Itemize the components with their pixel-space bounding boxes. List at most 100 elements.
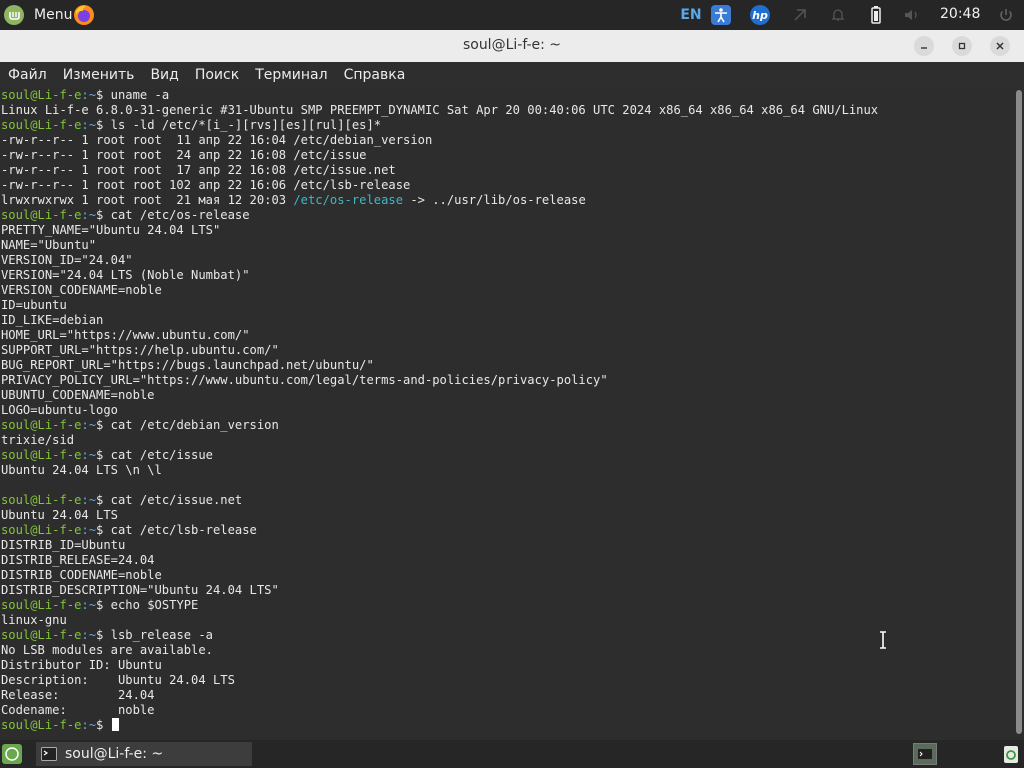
- terminal-area[interactable]: soul@Li-f-e:~$ uname -a Linux Li-f-e 6.8.…: [0, 88, 1014, 740]
- command-text: uname -a: [110, 88, 170, 102]
- prompt-path: :~: [81, 628, 97, 642]
- terminal-scrollbar[interactable]: [1014, 88, 1024, 740]
- prompt-path: :~: [81, 418, 97, 432]
- output-text: Ubuntu 24.04 LTS \n \l: [1, 463, 162, 477]
- output-text: DISTRIB_CODENAME=noble: [1, 568, 162, 582]
- top-panel: Menu EN hp 20:48: [0, 0, 1024, 30]
- firefox-icon[interactable]: [72, 3, 96, 27]
- output-text: ID=ubuntu: [1, 298, 67, 312]
- prompt-user: soul@Li-f-e: [1, 523, 82, 537]
- prompt-symbol: $: [96, 628, 111, 642]
- close-button[interactable]: [990, 36, 1010, 56]
- prompt-path: :~: [81, 448, 97, 462]
- workspace-switcher[interactable]: [913, 743, 937, 765]
- power-icon[interactable]: [996, 4, 1016, 26]
- terminal-output-line: BUG_REPORT_URL="https://bugs.launchpad.n…: [1, 358, 1014, 373]
- hp-icon[interactable]: hp: [748, 4, 772, 26]
- terminal-output-line: [1, 478, 1014, 493]
- menu-terminal[interactable]: Терминал: [247, 67, 335, 83]
- output-text: -rw-r--r-- 1 root root 102 апр 22 16:06 …: [1, 178, 411, 192]
- output-text: DISTRIB_RELEASE=24.04: [1, 553, 155, 567]
- terminal-output-line: UBUNTU_CODENAME=noble: [1, 388, 1014, 403]
- battery-icon[interactable]: [866, 4, 886, 26]
- prompt-symbol: $: [96, 418, 111, 432]
- symlink-target: -> ../usr/lib/os-release: [403, 193, 586, 207]
- terminal-command-line: soul@Li-f-e:~$: [1, 718, 1014, 733]
- keyboard-language-indicator[interactable]: EN: [680, 4, 702, 26]
- terminal-output-line: Linux Li-f-e 6.8.0-31-generic #31-Ubuntu…: [1, 103, 1014, 118]
- output-text: BUG_REPORT_URL="https://bugs.launchpad.n…: [1, 358, 374, 372]
- output-text: trixie/sid: [1, 433, 75, 447]
- maximize-button[interactable]: [952, 36, 972, 56]
- notifications-icon[interactable]: [828, 4, 848, 26]
- output-text: Release: 24.04: [1, 688, 155, 702]
- terminal-output-line: trixie/sid: [1, 433, 1014, 448]
- output-text: PRIVACY_POLICY_URL="https://www.ubuntu.c…: [1, 373, 608, 387]
- prompt-path: :~: [81, 493, 97, 507]
- output-text: -rw-r--r-- 1 root root 11 апр 22 16:04 /…: [1, 133, 433, 147]
- accessibility-icon[interactable]: [710, 4, 732, 26]
- output-text: UBUNTU_CODENAME=noble: [1, 388, 155, 402]
- terminal-output-line: Description: Ubuntu 24.04 LTS: [1, 673, 1014, 688]
- network-icon[interactable]: [790, 4, 810, 26]
- command-text: cat /etc/lsb-release: [110, 523, 257, 537]
- menu-help[interactable]: Справка: [336, 67, 414, 83]
- window-title-bar[interactable]: soul@Li-f-e: ~: [0, 30, 1024, 63]
- output-text: DISTRIB_DESCRIPTION="Ubuntu 24.04 LTS": [1, 583, 279, 597]
- terminal-command-line: soul@Li-f-e:~$ ls -ld /etc/*[i_-][rvs][e…: [1, 118, 1014, 133]
- terminal-command-line: soul@Li-f-e:~$ cat /etc/lsb-release: [1, 523, 1014, 538]
- command-text: echo $OSTYPE: [110, 598, 199, 612]
- terminal-command-line: soul@Li-f-e:~$ cat /etc/issue.net: [1, 493, 1014, 508]
- terminal-output-line: linux-gnu: [1, 613, 1014, 628]
- prompt-path: :~: [81, 718, 97, 732]
- prompt-symbol: $: [96, 598, 111, 612]
- taskbar-window-terminal[interactable]: soul@Li-f-e: ~: [36, 742, 252, 766]
- volume-icon[interactable]: [902, 4, 922, 26]
- menu-file[interactable]: Файл: [0, 67, 55, 83]
- menu-view[interactable]: Вид: [142, 67, 186, 83]
- menu-button[interactable]: Menu: [4, 2, 72, 28]
- menu-search[interactable]: Поиск: [187, 67, 247, 83]
- prompt-path: :~: [81, 598, 97, 612]
- prompt-symbol: $: [96, 118, 111, 132]
- text-cursor-icon: [878, 631, 888, 649]
- show-desktop-button[interactable]: [2, 744, 22, 764]
- svg-text:hp: hp: [752, 9, 768, 22]
- output-text: Distributor ID: Ubuntu: [1, 658, 162, 672]
- terminal-output[interactable]: soul@Li-f-e:~$ uname -a Linux Li-f-e 6.8.…: [0, 88, 1014, 733]
- output-text: LOGO=ubuntu-logo: [1, 403, 118, 417]
- prompt-user: soul@Li-f-e: [1, 208, 82, 222]
- terminal-output-line: VERSION="24.04 LTS (Noble Numbat)": [1, 268, 1014, 283]
- minimize-button[interactable]: [914, 36, 934, 56]
- prompt-path: :~: [81, 208, 97, 222]
- terminal-command-line: soul@Li-f-e:~$ cat /etc/debian_version: [1, 418, 1014, 433]
- trash-icon[interactable]: [1002, 744, 1020, 764]
- terminal-command-line: soul@Li-f-e:~$ uname -a: [1, 88, 1014, 103]
- prompt-symbol: $: [96, 88, 111, 102]
- output-text: VERSION="24.04 LTS (Noble Numbat)": [1, 268, 250, 282]
- terminal-output-line: PRIVACY_POLICY_URL="https://www.ubuntu.c…: [1, 373, 1014, 388]
- output-text: lrwxrwxrwx 1 root root 21 мая 12 20:03: [1, 193, 294, 207]
- terminal-output-line: Codename: noble: [1, 703, 1014, 718]
- prompt-symbol: $: [96, 718, 111, 732]
- prompt-user: soul@Li-f-e: [1, 493, 82, 507]
- close-icon: [996, 42, 1004, 50]
- output-text: SUPPORT_URL="https://help.ubuntu.com/": [1, 343, 279, 357]
- prompt-user: soul@Li-f-e: [1, 598, 82, 612]
- command-text: lsb_release -a: [110, 628, 213, 642]
- maximize-icon: [958, 42, 966, 50]
- output-text: Codename: noble: [1, 703, 155, 717]
- command-text: ls -ld /etc/*[i_-][rvs][es][rul][es]*: [110, 118, 382, 132]
- menu-label: Menu: [34, 7, 73, 23]
- linux-mint-logo-icon: [4, 5, 24, 25]
- terminal-output-line: -rw-r--r-- 1 root root 11 апр 22 16:04 /…: [1, 133, 1014, 148]
- menu-edit[interactable]: Изменить: [55, 67, 143, 83]
- scrollbar-thumb[interactable]: [1016, 90, 1022, 734]
- bottom-panel: soul@Li-f-e: ~: [0, 740, 1024, 768]
- terminal-output-line: Ubuntu 24.04 LTS: [1, 508, 1014, 523]
- prompt-user: soul@Li-f-e: [1, 88, 82, 102]
- clock[interactable]: 20:48: [940, 6, 980, 22]
- minimize-icon: [921, 47, 927, 49]
- prompt-symbol: $: [96, 208, 111, 222]
- mint-menu-icon: [5, 747, 19, 761]
